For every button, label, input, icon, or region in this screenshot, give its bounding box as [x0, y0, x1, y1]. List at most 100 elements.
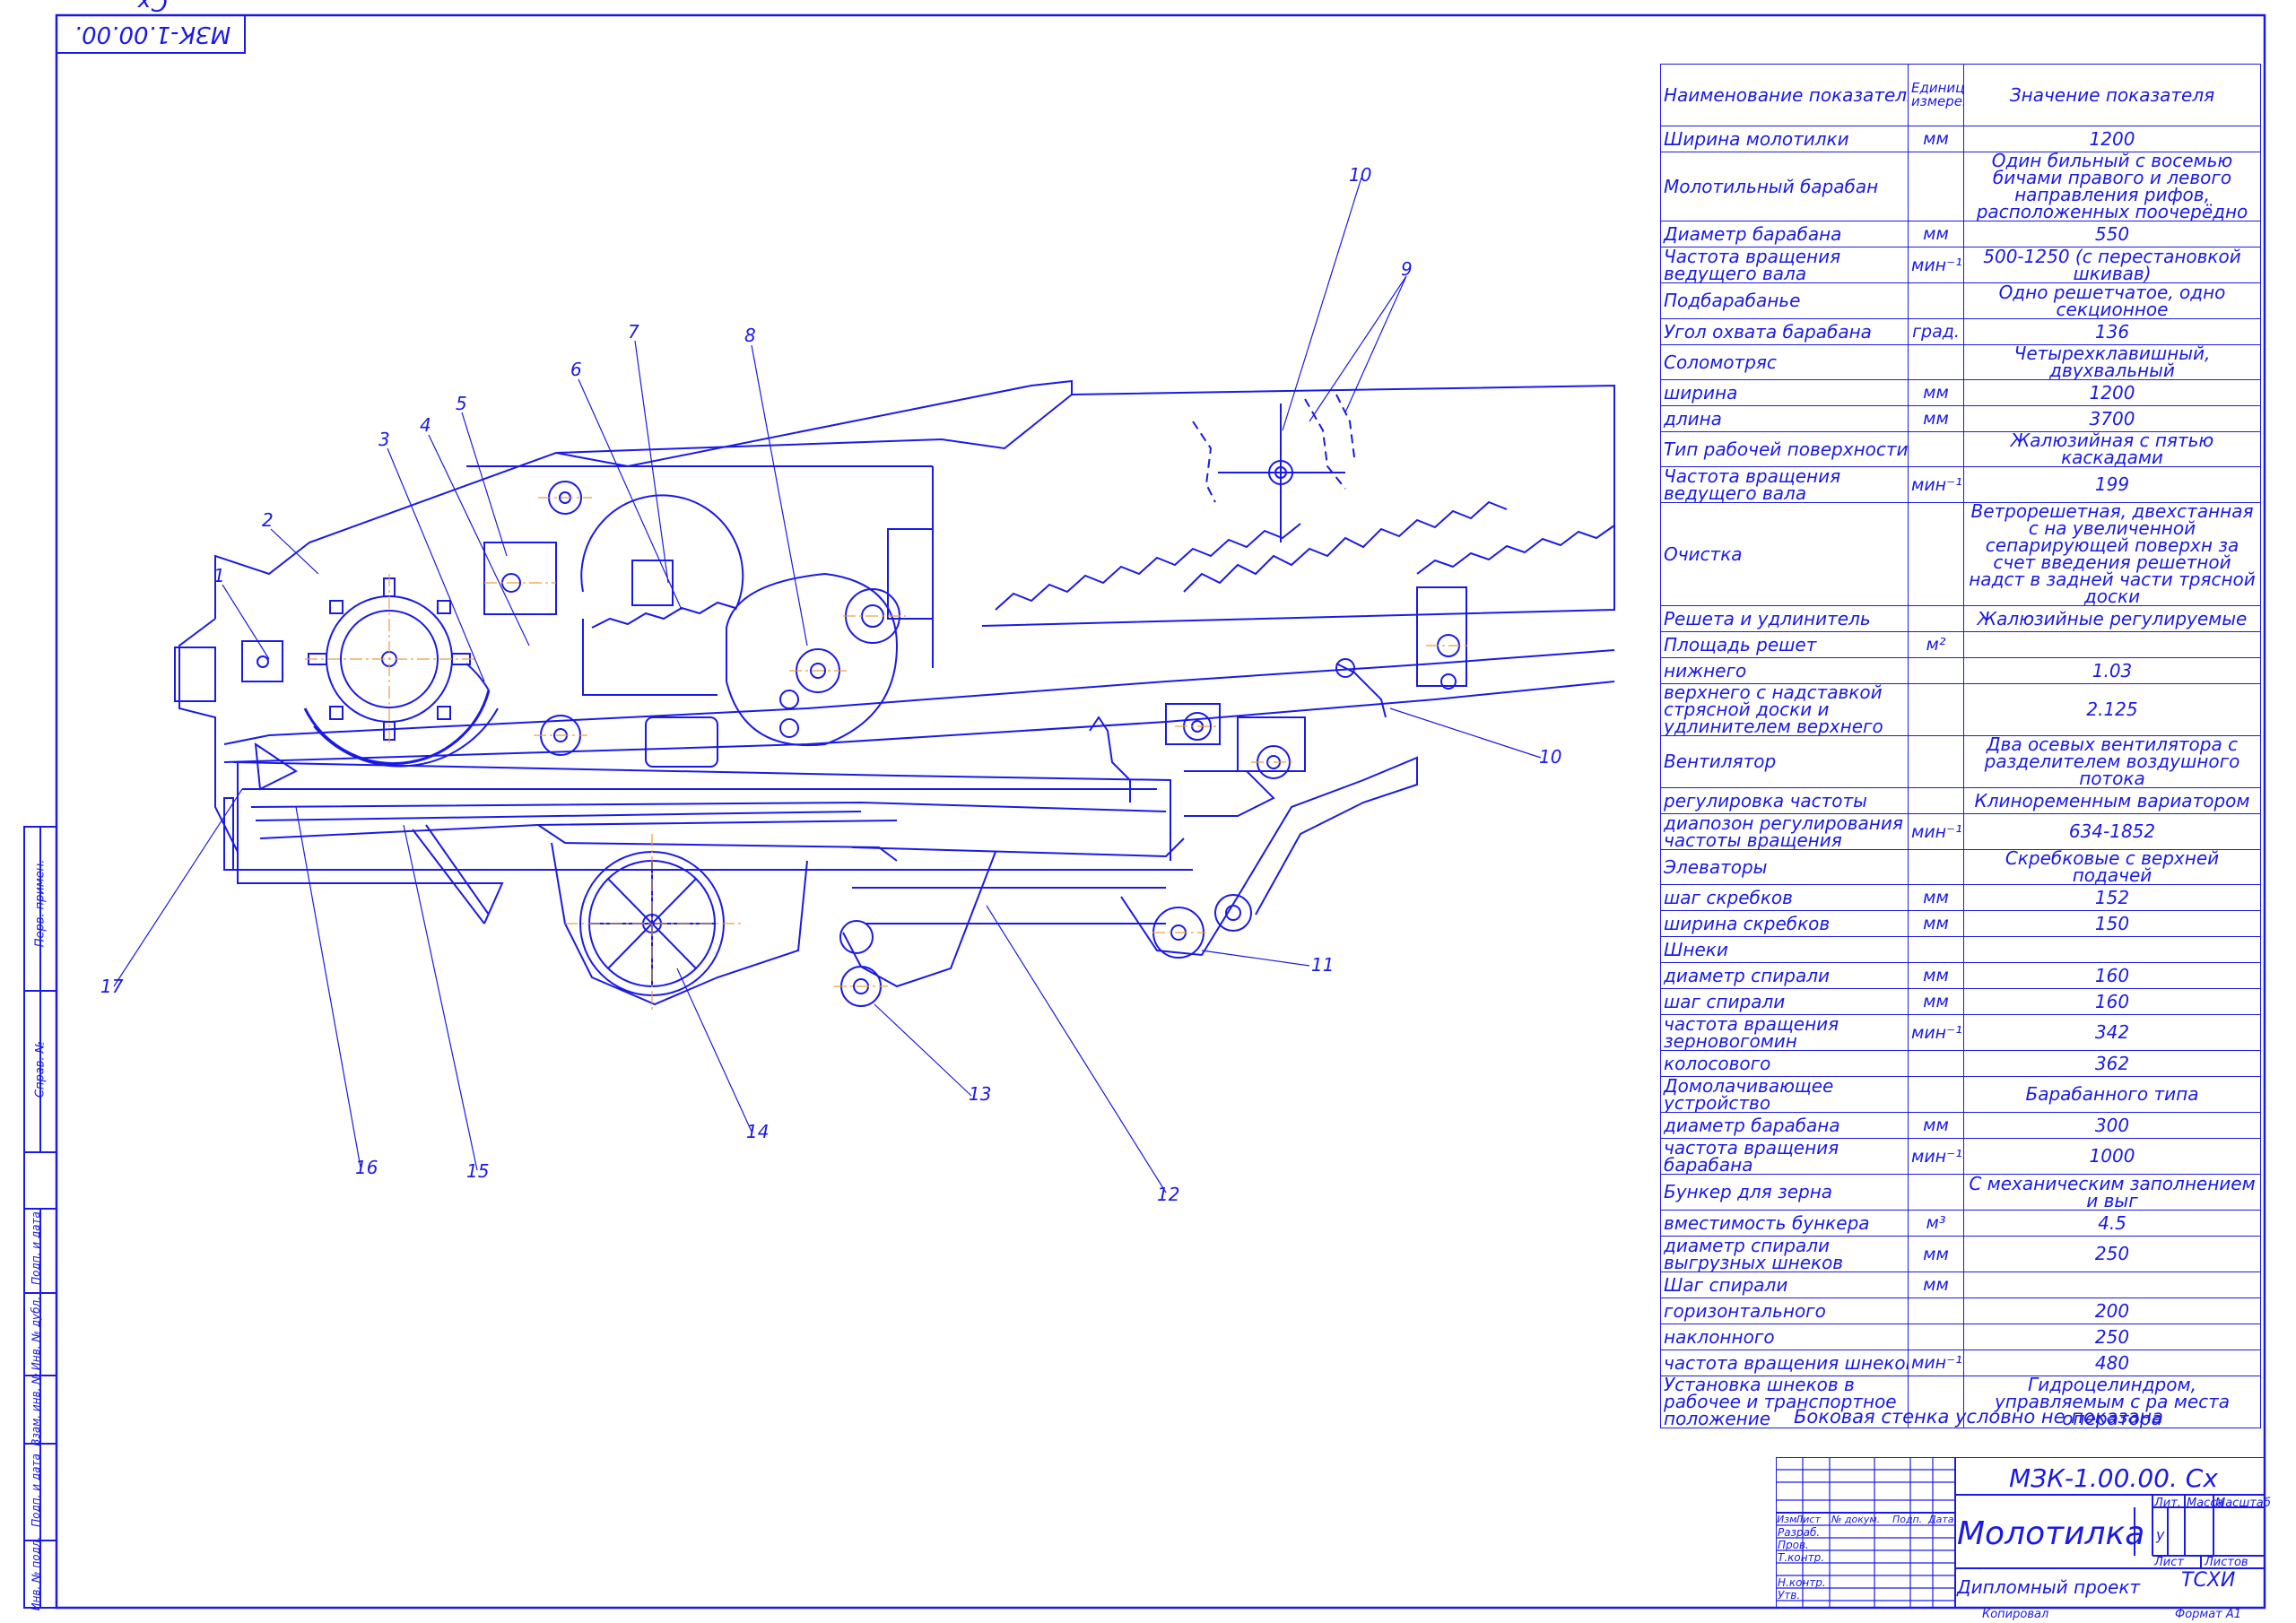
side-stamp-sprav: Справ. №: [33, 1040, 48, 1098]
spec-row: диаметр барабана мм 300: [1660, 1112, 2261, 1139]
spec-cell-name: Вентилятор: [1660, 735, 1909, 788]
spec-cell-unit: мм: [1908, 910, 1964, 937]
spec-row: Бункер для зерна С механическим заполнени…: [1660, 1174, 2261, 1211]
spec-cell-value: Четырехклавишный, двухвальный: [1963, 344, 2261, 380]
spec-cell-unit: [1908, 936, 1964, 963]
spec-cell-value: Жалюзийная с пятью каскадами: [1963, 431, 2261, 467]
spec-cell-name: диапозон регулирования частоты вращения: [1660, 813, 1909, 850]
callout-10-right: 10: [1539, 746, 1562, 768]
spec-cell-name: ширина: [1660, 379, 1909, 406]
spec-cell-name: Тип рабочей поверхности: [1660, 431, 1909, 467]
spec-cell-unit: [1908, 1076, 1964, 1113]
spec-cell-name: Домолачивающее устройство: [1660, 1076, 1909, 1113]
callout-15: 15: [466, 1160, 490, 1182]
spec-row: Очистка Ветрорешетная, двехстанная с на у…: [1660, 502, 2261, 606]
spec-cell-name: Элеваторы: [1660, 849, 1909, 885]
spec-cell-value: С механическим заполнением и выг: [1963, 1174, 2261, 1211]
title-col-sign: Подп.: [1892, 1514, 1923, 1525]
spec-row: Решета и удлинитель Жалюзийные регулируем…: [1660, 605, 2261, 632]
title-format: Формат А1: [2175, 1608, 2242, 1621]
spec-cell-name: Угол охвата барабана: [1660, 318, 1909, 345]
spec-cell-value: Клиноременным вариатором: [1963, 787, 2261, 814]
title-copied: Копировал: [1982, 1608, 2049, 1621]
spec-cell-unit: [1908, 344, 1964, 380]
spec-row: диаметр спирали мм 160: [1660, 962, 2261, 989]
spec-cell-value: 500-1250 (с перестановкой шкивав): [1963, 247, 2261, 283]
spec-cell-unit: [1908, 431, 1964, 467]
spec-cell-unit: м³: [1908, 1210, 1964, 1237]
spec-cell-unit: мин⁻¹: [1908, 247, 1964, 283]
spec-cell-value: [1963, 1271, 2261, 1298]
spec-cell-value: 634-1852: [1963, 813, 2261, 850]
callout-2: 2: [262, 509, 274, 531]
side-stamp-perv: Перв. примен.: [33, 859, 48, 948]
spec-cell-name: Подбарабанье: [1660, 282, 1909, 319]
spec-cell-unit: мм: [1908, 1236, 1964, 1272]
callout-14: 14: [746, 1121, 770, 1142]
spec-cell-unit: мин⁻¹: [1908, 1350, 1964, 1376]
title-role-razrab: Разраб.: [1778, 1526, 1821, 1539]
spec-cell-value: 1200: [1963, 379, 2261, 406]
spec-header-value: Значение показателя: [1963, 64, 2261, 126]
spec-cell-unit: мм: [1908, 405, 1964, 432]
spec-cell-value: 1000: [1963, 1138, 2261, 1175]
spec-cell-name: диаметр барабана: [1660, 1112, 1909, 1139]
spec-cell-name: шаг спирали: [1660, 988, 1909, 1015]
title-col-list: Лист: [1796, 1514, 1821, 1525]
title-doc-type: Дипломный проект: [1957, 1576, 2141, 1598]
spec-cell-name: Шнеки: [1660, 936, 1909, 963]
title-col-doc: № докум.: [1831, 1514, 1881, 1525]
spec-cell-unit: [1908, 1298, 1964, 1324]
callout-10-top: 10: [1349, 164, 1372, 186]
spec-row: шаг спирали мм 160: [1660, 988, 2261, 1015]
callout-8: 8: [744, 325, 756, 346]
spec-cell-name: Соломотряс: [1660, 344, 1909, 380]
callout-5: 5: [456, 393, 467, 414]
spec-cell-name: нижнего: [1660, 657, 1909, 684]
spec-cell-value: 3700: [1963, 405, 2261, 432]
spec-cell-value: 300: [1963, 1112, 2261, 1139]
spec-cell-value: Барабанного типа: [1963, 1076, 2261, 1113]
title-role-prov: Пров.: [1778, 1539, 1809, 1551]
callout-3: 3: [378, 429, 390, 450]
side-stamp-inv: Инв. № подл.: [30, 1536, 42, 1611]
spec-cell-unit: [1908, 849, 1964, 885]
spec-row: Молотильный барабан Один бильный с восемь…: [1660, 152, 2261, 221]
spec-cell-name: Очистка: [1660, 502, 1909, 606]
spec-row: Угол охвата барабана град. 136: [1660, 318, 2261, 345]
spec-cell-value: 1200: [1963, 126, 2261, 152]
spec-cell-value: 250: [1963, 1324, 2261, 1350]
spec-cell-unit: мм: [1908, 221, 1964, 247]
title-name: Молотилка: [1957, 1515, 2145, 1552]
spec-cell-name: частота вращения барабана: [1660, 1138, 1909, 1175]
spec-cell-unit: [1908, 787, 1964, 814]
spec-cell-name: регулировка частоты: [1660, 787, 1909, 814]
spec-row: диапозон регулирования частоты вращения м…: [1660, 813, 2261, 850]
spec-cell-name: наклонного: [1660, 1324, 1909, 1350]
spec-cell-name: Молотильный барабан: [1660, 152, 1909, 221]
title-lit-label: Лит.: [2154, 1497, 2181, 1510]
spec-cell-name: Бункер для зерна: [1660, 1174, 1909, 1211]
title-sheet-label: Лист: [2154, 1556, 2184, 1569]
callout-11: 11: [1311, 954, 1335, 976]
callout-16: 16: [355, 1157, 378, 1178]
spec-cell-name: Решета и удлинитель: [1660, 605, 1909, 632]
spec-cell-name: верхнего с надставкой стрясной доски и у…: [1660, 683, 1909, 736]
title-sheets-label: Листов: [2205, 1556, 2248, 1569]
spec-cell-unit: мм: [1908, 962, 1964, 989]
title-code: МЗК-1.00.00. Сх: [2009, 1463, 2218, 1493]
callout-7: 7: [628, 321, 639, 343]
spec-cell-name: ширина скребков: [1660, 910, 1909, 937]
spec-cell-value: 550: [1963, 221, 2261, 247]
spec-row: ширина мм 1200: [1660, 379, 2261, 406]
spec-row: Тип рабочей поверхности Жалюзийная с пять…: [1660, 431, 2261, 467]
spec-row: Площадь решет м²: [1660, 631, 2261, 658]
spec-cell-name: вместимость бункера: [1660, 1210, 1909, 1237]
spec-cell-value: Ветрорешетная, двехстанная с на увеличен…: [1963, 502, 2261, 606]
spec-row: вместимость бункера м³ 4.5: [1660, 1210, 2261, 1237]
spec-row: регулировка частоты Клиноременным вариато…: [1660, 787, 2261, 814]
spec-cell-value: Жалюзийные регулируемые: [1963, 605, 2261, 632]
spec-row: частота вращения барабана мин⁻¹ 1000: [1660, 1138, 2261, 1175]
spec-header-unit: Единица измерения: [1908, 64, 1964, 126]
spec-row: Вентилятор Два осевых вентилятора с разде…: [1660, 735, 2261, 788]
